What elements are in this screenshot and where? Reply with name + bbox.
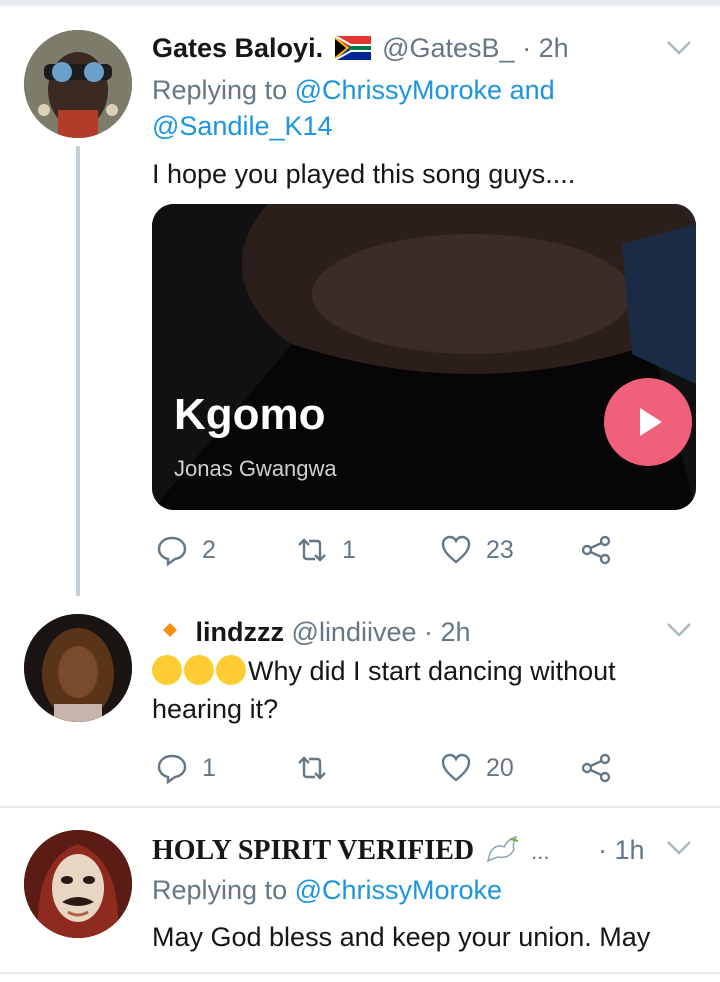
tweet-text: May God bless and keep your union. May [152, 922, 651, 952]
replying-prefix: Replying to [152, 875, 288, 905]
chevron-down-icon[interactable] [666, 840, 692, 856]
dove-icon [486, 835, 518, 863]
tweet-time[interactable]: · 1h [598, 834, 645, 866]
truncation-ellipsis: ... [531, 839, 550, 864]
bottom-divider [0, 972, 720, 974]
tweet-holy-spirit-verified[interactable]: HOLY SPIRIT VERIFIED ... · 1h Replying t… [0, 0, 720, 982]
replying-to: Replying to @ChrissyMoroke [152, 872, 502, 908]
tweet-header: HOLY SPIRIT VERIFIED ... [152, 834, 549, 868]
avatar[interactable] [24, 830, 132, 938]
display-name[interactable]: HOLY SPIRIT VERIFIED [152, 835, 474, 866]
mention-link[interactable]: @ChrissyMoroke [295, 875, 502, 905]
